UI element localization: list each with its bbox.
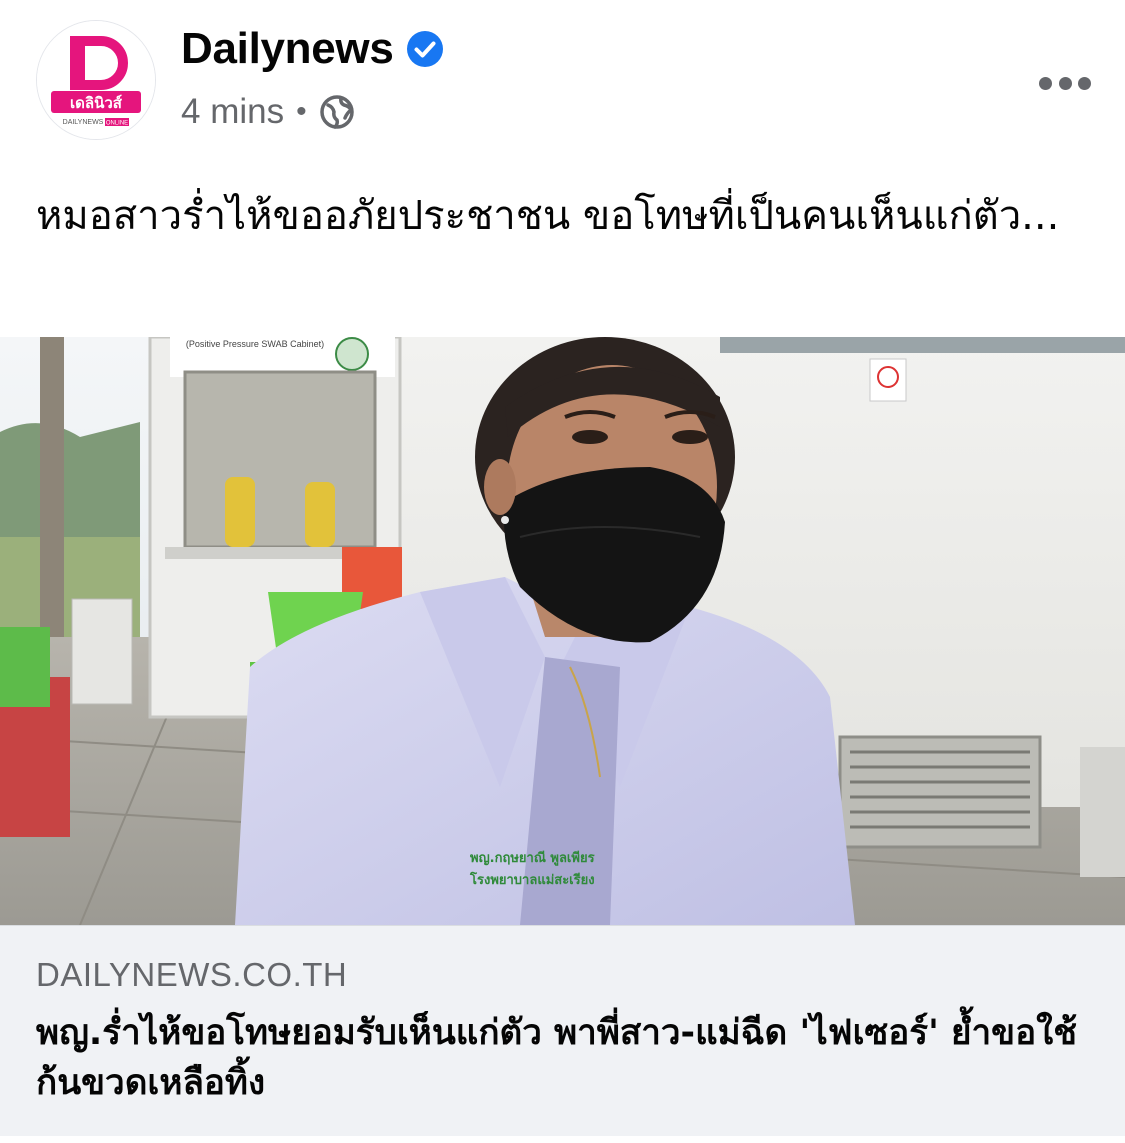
link-title[interactable]: พญ.ร่ำไห้ขอโทษยอมรับเห็นแก่ตัว พาพี่สาว-… (36, 1008, 1096, 1108)
post-photo[interactable]: (Positive Pressure SWAB Cabinet) พญ.กฤษย… (0, 337, 1125, 925)
logo-text: เดลินิวส์ (70, 94, 123, 112)
dailynews-logo: เดลินิวส์ DAILYNEWS ONLINE (37, 21, 155, 139)
more-dot (1078, 76, 1091, 90)
link-domain: DAILYNEWS.CO.TH (36, 956, 348, 993)
link-preview[interactable]: DAILYNEWS.CO.TH พญ.ร่ำไห้ขอโทษยอมรับเห็น… (0, 925, 1125, 1136)
more-dot (1058, 76, 1072, 90)
photo-image: (Positive Pressure SWAB Cabinet) พญ.กฤษย… (0, 337, 1125, 925)
logo-badge: ONLINE (106, 121, 128, 127)
post-caption: หมอสาวร่ำไห้ขออภัยประชาชน ขอโทษที่เป็นคน… (36, 193, 1060, 239)
page-avatar[interactable]: เดลินิวส์ DAILYNEWS ONLINE (36, 20, 156, 140)
coat-embroidery-name: พญ.กฤษยาณี พูลเพียร (470, 850, 595, 866)
more-dot (1039, 76, 1052, 90)
post-timestamp[interactable]: 4 mins (181, 92, 284, 132)
logo-subtext: DAILYNEWS (63, 119, 104, 126)
verified-badge-icon (406, 31, 443, 67)
page-name[interactable]: Dailynews (181, 24, 394, 74)
post-meta: 4 mins • (181, 92, 355, 132)
post-header: เดลินิวส์ DAILYNEWS ONLINE Dailynews 4 m… (0, 0, 1125, 160)
globe-icon (319, 95, 354, 129)
coat-embroidery-org: โรงพยาบาลแม่สะเรียง (469, 871, 595, 888)
meta-separator: • (296, 95, 307, 128)
booth-sign: (Positive Pressure SWAB Cabinet) (186, 339, 324, 349)
page-name-row: Dailynews (181, 24, 444, 74)
more-options-icon[interactable] (1039, 68, 1091, 98)
